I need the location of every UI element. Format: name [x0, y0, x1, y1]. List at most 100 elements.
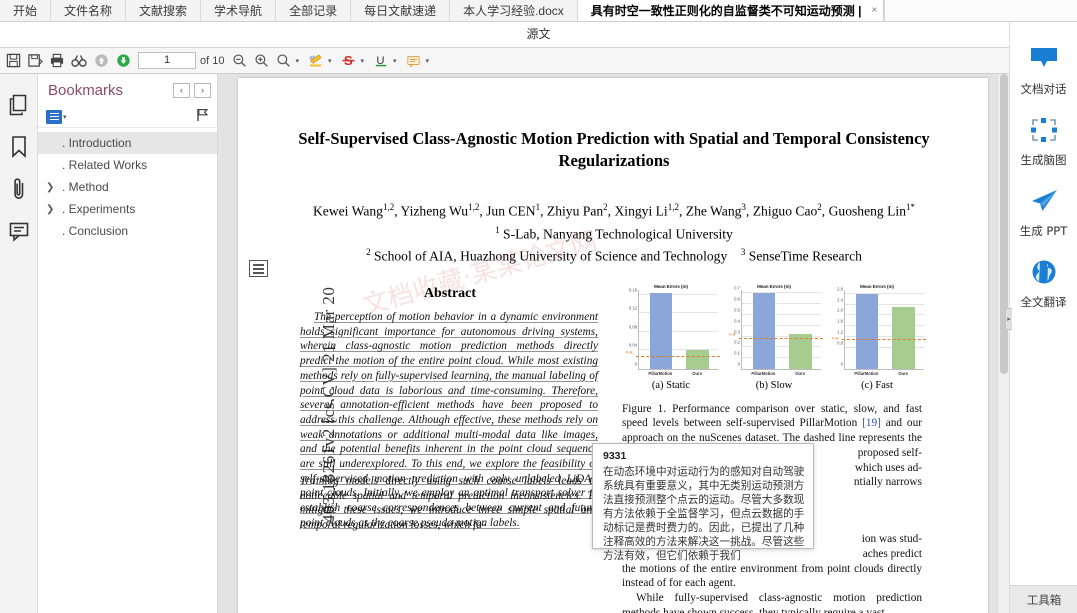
chart-subcaption: (c) Fast — [861, 380, 893, 391]
chart-static: Mean Errors (m) 0.16 0.12 0.08 0.04 0 Fu… — [622, 284, 720, 391]
y-tick: 0.6 — [734, 296, 740, 302]
pdf-sidebar-rail — [0, 74, 38, 613]
bookmarks-title: Bookmarks — [48, 81, 124, 99]
save-as-icon[interactable] — [24, 50, 46, 72]
tab-label: 具有时空一致性正则化的自监督类不可知运动预测 | — [590, 3, 862, 18]
attachments-icon[interactable] — [0, 168, 38, 210]
toolbox-button[interactable]: 工具箱 — [1010, 585, 1077, 613]
y-tick: 0.1 — [734, 350, 740, 356]
popup-translation-text: 在动态环境中对运动行为的感知对自动驾驶系统具有重要意义，其中无类别运动预测方法直… — [603, 466, 805, 562]
sticky-note-icon[interactable] — [403, 50, 425, 72]
note-dropdown-caret[interactable]: ▾ — [426, 57, 430, 65]
tab-active-paper[interactable]: 具有时空一致性正则化的自监督类不可知运动预测 | × — [577, 0, 885, 21]
bookmark-item-related-works[interactable]: . Related Works — [38, 154, 217, 176]
bookmark-flag-icon[interactable] — [196, 108, 209, 125]
tab-study-notes-docx[interactable]: 本人学习经验.docx — [450, 0, 578, 21]
chart-x-labels: PillarMotion Ours — [844, 370, 924, 379]
y-tick: 0.5 — [734, 307, 740, 313]
tab-academic-nav[interactable]: 学术导航 — [201, 0, 277, 21]
tab-literature-search[interactable]: 文献搜索 — [126, 0, 202, 21]
zoom-in-icon[interactable] — [250, 50, 272, 72]
tab-label: 开始 — [13, 4, 38, 18]
tab-label: 每日文献速递 — [364, 4, 437, 18]
globe-icon — [1031, 259, 1057, 288]
comments-icon[interactable] — [0, 210, 38, 252]
strikeout-dropdown-caret[interactable]: ▾ — [361, 57, 365, 65]
x-tick: PillarMotion — [854, 371, 879, 376]
zoom-dropdown-caret[interactable]: ▾ — [295, 57, 299, 65]
affiliation-1: 1 S-Lab, Nanyang Technological Universit… — [495, 224, 733, 242]
tool-label: 生成脑图 — [1020, 153, 1067, 167]
close-icon[interactable]: × — [871, 5, 877, 16]
translation-popup[interactable]: 9331 在动态环境中对运动行为的感知对自动驾驶系统具有重要意义，其中无类别运动… — [592, 443, 814, 562]
reference-line-full — [636, 355, 720, 357]
bookmark-label: . Related Works — [62, 158, 148, 172]
bookmarks-prev-button[interactable]: ‹ — [173, 82, 190, 98]
bookmark-item-method[interactable]: ❯ . Method — [38, 176, 217, 198]
bookmarks-next-button[interactable]: › — [194, 82, 211, 98]
chart-fast: Mean Errors (m) 2.8 2.4 2.0 1.6 1.2 0.8 … — [828, 284, 926, 391]
chevron-right-icon[interactable]: ❯ — [46, 204, 60, 215]
bar-pillarmotion — [753, 293, 776, 369]
y-tick: 2.0 — [837, 307, 843, 313]
x-tick: Ours — [795, 371, 806, 376]
chevron-right-icon[interactable]: ❯ — [46, 182, 60, 193]
reference-line-label: Full. — [832, 335, 840, 341]
previous-page-icon[interactable] — [90, 50, 112, 72]
tool-label: 文档对话 — [1020, 82, 1067, 96]
bookmark-item-conclusion[interactable]: . Conclusion — [38, 220, 217, 242]
zoom-out-icon[interactable] — [228, 50, 250, 72]
bookmarks-icon[interactable] — [0, 126, 38, 168]
paper-plane-icon — [1029, 188, 1059, 217]
y-tick: 0.08 — [628, 324, 637, 330]
citation-link[interactable]: [19] — [862, 417, 881, 429]
reference-line-label: Full. — [729, 331, 737, 337]
source-tab-label[interactable]: 源文 — [526, 25, 550, 42]
underline-text-icon[interactable]: U — [370, 50, 392, 72]
figure-1: Mean Errors (m) 0.16 0.12 0.08 0.04 0 Fu… — [622, 284, 928, 391]
highlight-text-icon[interactable]: ab — [305, 50, 327, 72]
highlight-dropdown-caret[interactable]: ▾ — [328, 57, 332, 65]
affiliation-2: 2 School of AIA, Huazhong University of … — [366, 247, 862, 264]
bookmark-label: . Method — [62, 180, 109, 194]
pages-icon[interactable] — [0, 84, 38, 126]
tool-document-chat[interactable]: 文档对话 — [1010, 46, 1077, 97]
browser-tab-bar: 开始 文件名称 文献搜索 学术导航 全部记录 每日文献速递 本人学习经验.doc… — [0, 0, 1077, 22]
abstract-paragraph-continued: Training models directly using such coar… — [300, 475, 598, 532]
tab-daily-literature[interactable]: 每日文献速递 — [351, 0, 451, 21]
underline-dropdown-caret[interactable]: ▾ — [393, 57, 397, 65]
tool-generate-mindmap[interactable]: 生成脑图 — [1010, 117, 1077, 168]
tool-generate-ppt[interactable]: 生成 PPT — [1010, 188, 1077, 239]
application-window: 开始 文件名称 文献搜索 学术导航 全部记录 每日文献速递 本人学习经验.doc… — [0, 0, 1077, 613]
tool-label: 生成 PPT — [1019, 224, 1068, 238]
bookmarks-panel: Bookmarks ‹ › ▾ . Introduction . Related… — [38, 74, 218, 613]
y-tick: 0.7 — [734, 285, 740, 291]
bar-pillarmotion — [856, 294, 879, 369]
reference-line-full — [739, 337, 823, 339]
find-icon[interactable] — [68, 50, 90, 72]
popup-id-label: 9331 — [603, 450, 627, 462]
bookmark-list-options-icon[interactable] — [46, 109, 62, 124]
bookmark-options-caret[interactable]: ▾ — [63, 113, 67, 121]
tool-label: 全文翻译 — [1020, 295, 1067, 309]
bookmark-label: . Conclusion — [62, 224, 129, 238]
tab-start[interactable]: 开始 — [0, 0, 52, 21]
reference-line-full — [842, 338, 926, 340]
print-icon[interactable] — [46, 50, 68, 72]
strikeout-text-icon[interactable]: S — [338, 50, 360, 72]
page-number-input[interactable]: 1 — [138, 52, 196, 69]
figure-charts: Mean Errors (m) 0.16 0.12 0.08 0.04 0 Fu… — [622, 284, 928, 391]
tab-file-name[interactable]: 文件名称 — [51, 0, 127, 21]
bookmark-item-experiments[interactable]: ❯ . Experiments — [38, 198, 217, 220]
panel-collapse-handle[interactable]: ▸ — [1005, 308, 1012, 330]
bookmark-item-introduction[interactable]: . Introduction — [38, 132, 217, 154]
tab-all-records[interactable]: 全部记录 — [276, 0, 352, 21]
tab-label: 本人学习经验.docx — [463, 4, 564, 18]
document-vertical-scrollbar[interactable] — [997, 74, 1009, 613]
next-page-icon[interactable] — [112, 50, 134, 72]
save-icon[interactable] — [2, 50, 24, 72]
pdf-toolbar: 1 of 10 ▾ ab ▾ S ▾ U ▾ ▾ — [0, 48, 1009, 74]
tool-full-text-translate[interactable]: 全文翻译 — [1010, 259, 1077, 310]
zoom-level-icon[interactable] — [272, 50, 294, 72]
page-total-label: of 10 — [200, 54, 225, 67]
